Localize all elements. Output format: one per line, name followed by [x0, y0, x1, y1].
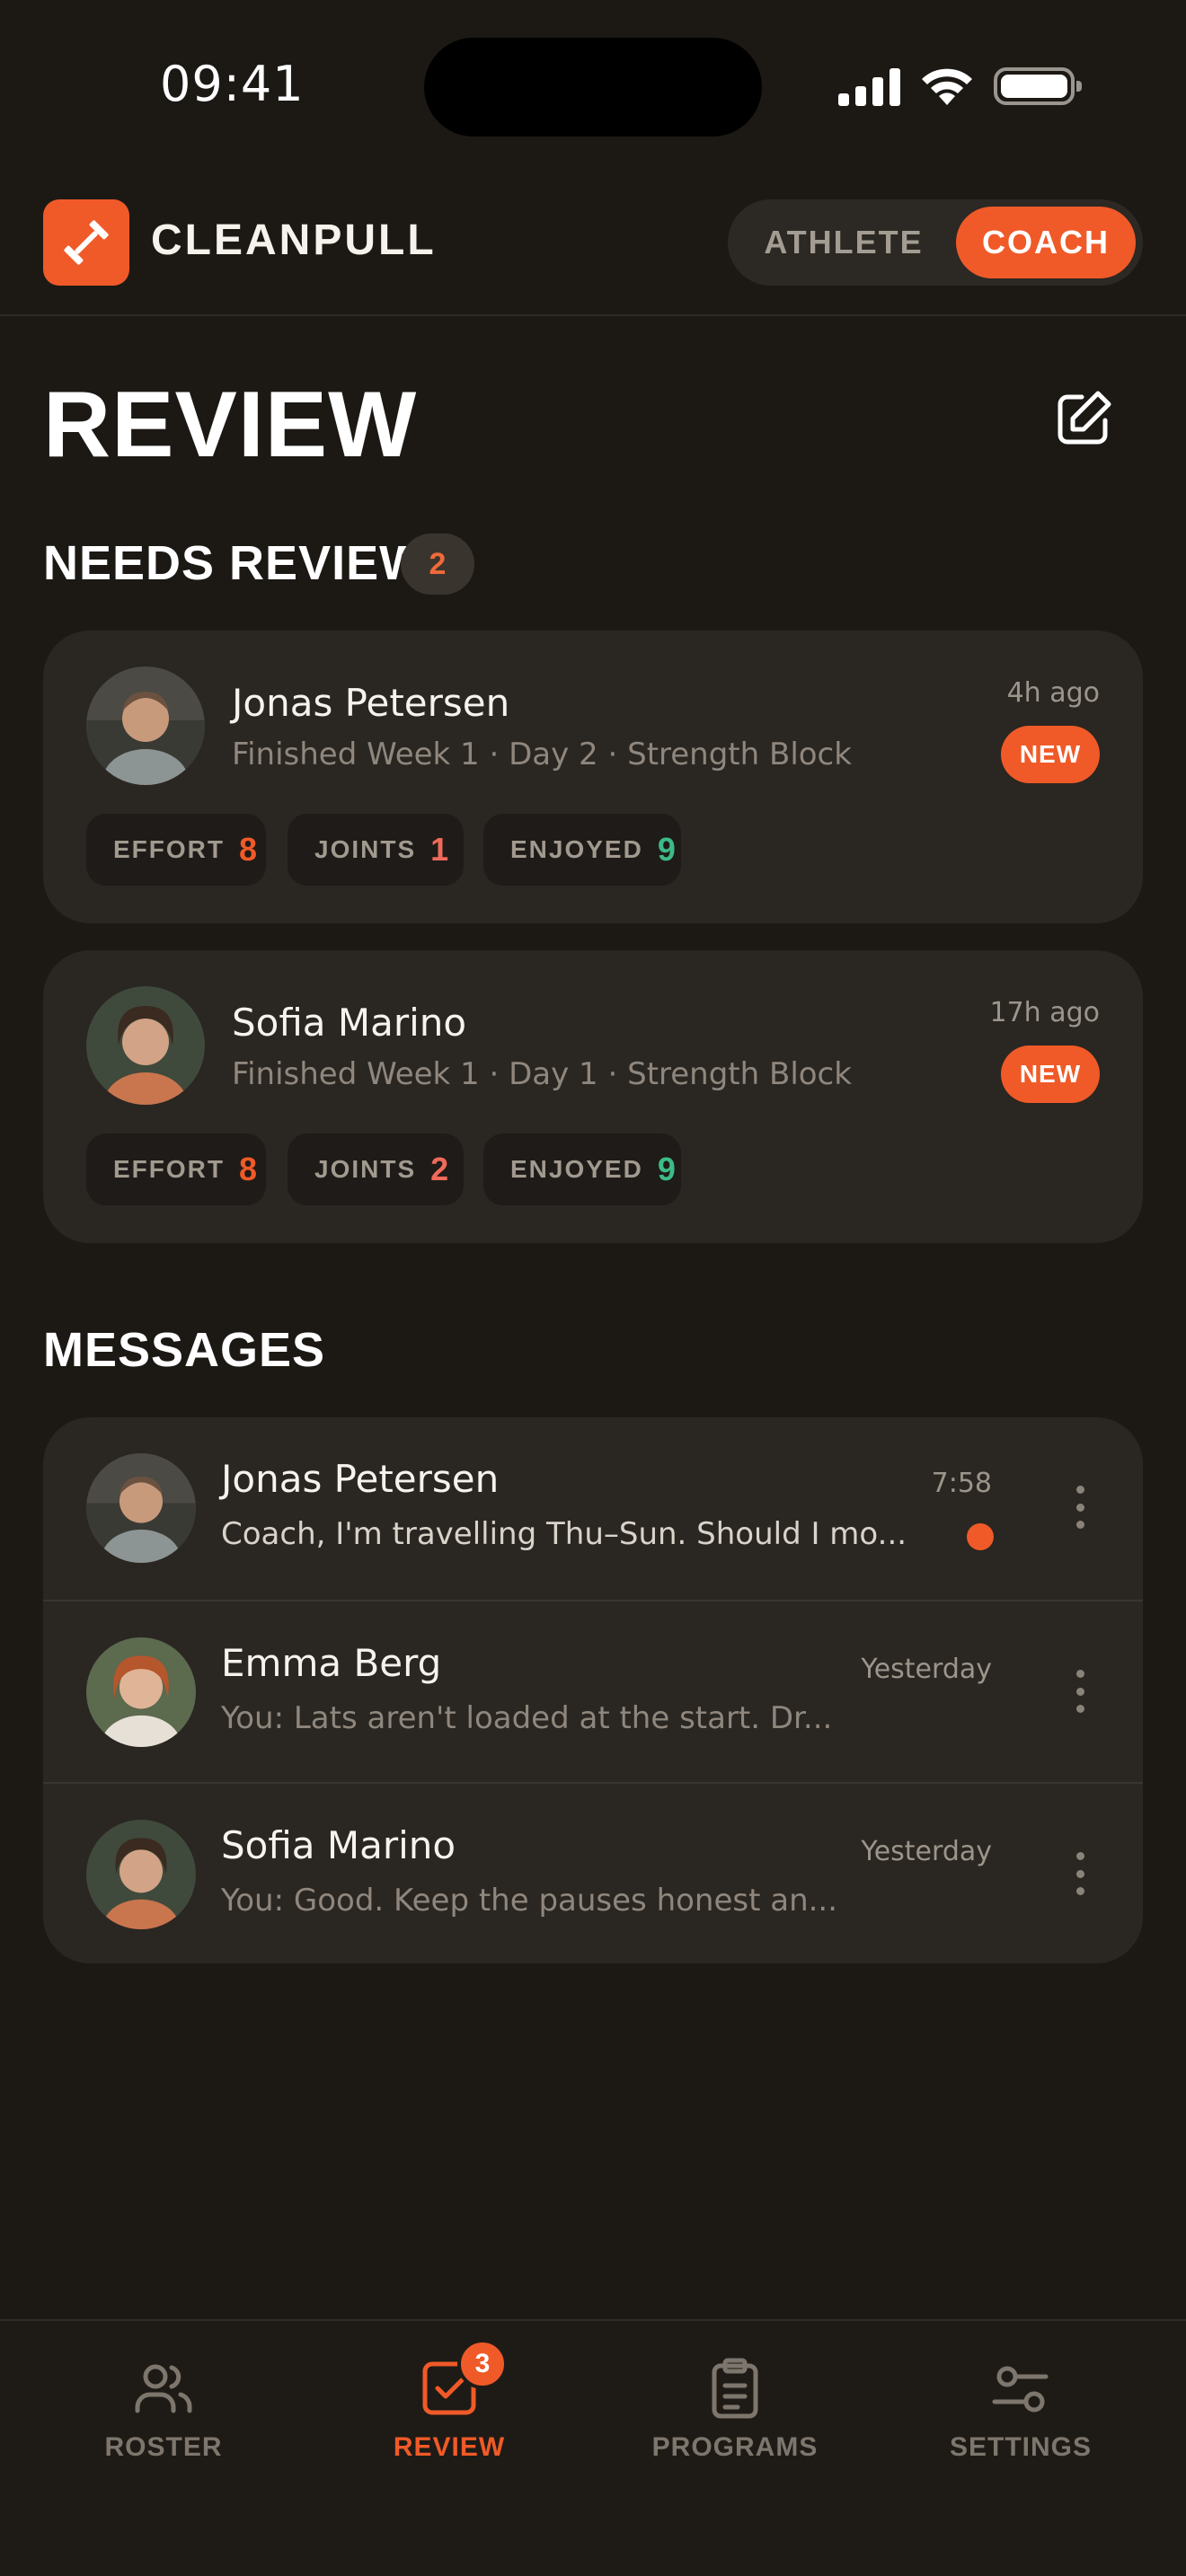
review-card[interactable]: Jonas Petersen Finished Week 1 · Day 2 ·…: [43, 631, 1143, 923]
tab-label: REVIEW: [393, 2432, 506, 2462]
status-bar: 09:41: [0, 0, 1186, 171]
more-options-icon[interactable]: [1060, 1664, 1100, 1718]
avatar: [86, 1637, 196, 1747]
avatar: [86, 666, 205, 785]
tab-programs[interactable]: PROGRAMS: [618, 2357, 852, 2492]
role-toggle[interactable]: ATHLETE COACH: [728, 199, 1143, 286]
metric-label: JOINTS: [314, 835, 417, 863]
metric-value: 9: [657, 831, 676, 868]
metric-value: 9: [657, 1151, 676, 1187]
athlete-name: Sofia Marino: [232, 1001, 467, 1045]
dumbbell-icon: [64, 220, 109, 265]
status-icons: [838, 65, 1082, 108]
tab-bar: ROSTER 3 REVIEW PROGRAMS SETTINGS: [0, 2319, 1186, 2576]
metric-value: 1: [430, 831, 449, 868]
sliders-icon: [989, 2357, 1052, 2420]
metric-value: 8: [239, 1151, 258, 1187]
dynamic-island: [424, 38, 762, 137]
metric-enjoyed: ENJOYED 9: [483, 1134, 681, 1205]
tab-review[interactable]: 3 REVIEW: [332, 2339, 566, 2492]
review-time: 17h ago: [989, 997, 1100, 1028]
role-athlete-button[interactable]: ATHLETE: [739, 207, 949, 278]
workout-summary: Finished Week 1 · Day 2 · Strength Block: [232, 737, 852, 772]
brand-name: CLEANPULL: [151, 216, 437, 264]
clipboard-icon: [704, 2357, 766, 2420]
metric-effort: EFFORT 8: [86, 1134, 266, 1205]
page-title: REVIEW: [43, 373, 418, 477]
tab-label: SETTINGS: [949, 2432, 1092, 2462]
message-time: Yesterday: [861, 1654, 992, 1685]
message-preview: Coach, I'm travelling Thu–Sun. Should I …: [221, 1516, 907, 1552]
message-preview: You: Lats aren't loaded at the start. Dr…: [221, 1700, 833, 1736]
metric-label: ENJOYED: [510, 835, 643, 863]
status-time: 09:41: [160, 56, 305, 112]
metric-enjoyed: ENJOYED 9: [483, 814, 681, 886]
tab-settings[interactable]: SETTINGS: [904, 2357, 1137, 2492]
sender-name: Jonas Petersen: [221, 1457, 500, 1501]
avatar: [86, 1820, 196, 1929]
users-icon: [132, 2357, 195, 2420]
metric-effort: EFFORT 8: [86, 814, 266, 886]
athlete-name: Jonas Petersen: [232, 681, 510, 725]
avatar: [86, 1453, 196, 1563]
checkbox-icon: 3: [418, 2339, 508, 2420]
battery-icon: [994, 67, 1082, 105]
message-row[interactable]: Emma Berg You: Lats aren't loaded at the…: [43, 1600, 1143, 1782]
role-coach-button[interactable]: COACH: [956, 207, 1136, 278]
tab-label: ROSTER: [104, 2432, 223, 2462]
needs-review-title: NEEDS REVIEW: [43, 536, 427, 590]
wifi-icon: [922, 68, 972, 105]
app-header: CLEANPULL ATHLETE COACH: [0, 171, 1186, 316]
message-time: 7:58: [931, 1468, 992, 1499]
metric-label: EFFORT: [113, 1155, 225, 1183]
metric-label: EFFORT: [113, 835, 225, 863]
new-badge: NEW: [1001, 726, 1100, 783]
tab-roster[interactable]: ROSTER: [47, 2357, 280, 2492]
edit-icon: [1058, 391, 1111, 445]
more-options-icon[interactable]: [1060, 1480, 1100, 1534]
app-logo: [43, 199, 129, 286]
message-row[interactable]: Jonas Petersen Coach, I'm travelling Thu…: [43, 1417, 1143, 1600]
message-preview: You: Good. Keep the pauses honest an...: [221, 1883, 838, 1919]
metric-joints: JOINTS 2: [288, 1134, 464, 1205]
compose-button[interactable]: [1051, 386, 1116, 451]
needs-review-count: 2: [401, 534, 474, 595]
review-count-badge: 3: [457, 2339, 508, 2389]
message-row[interactable]: Sofia Marino You: Good. Keep the pauses …: [43, 1782, 1143, 1963]
metric-value: 8: [239, 831, 258, 868]
more-options-icon[interactable]: [1060, 1847, 1100, 1901]
sender-name: Emma Berg: [221, 1641, 442, 1685]
metric-label: JOINTS: [314, 1155, 417, 1183]
review-card[interactable]: Sofia Marino Finished Week 1 · Day 1 · S…: [43, 950, 1143, 1243]
unread-indicator: [967, 1523, 994, 1550]
messages-title: MESSAGES: [43, 1323, 326, 1377]
review-time: 4h ago: [1006, 677, 1100, 709]
message-time: Yesterday: [861, 1836, 992, 1867]
cellular-signal-icon: [838, 66, 900, 106]
metric-joints: JOINTS 1: [288, 814, 464, 886]
workout-summary: Finished Week 1 · Day 1 · Strength Block: [232, 1056, 852, 1092]
metric-label: ENJOYED: [510, 1155, 643, 1183]
metric-value: 2: [430, 1151, 449, 1187]
new-badge: NEW: [1001, 1045, 1100, 1103]
sender-name: Sofia Marino: [221, 1823, 456, 1867]
messages-list: Jonas Petersen Coach, I'm travelling Thu…: [43, 1417, 1143, 1963]
tab-label: PROGRAMS: [651, 2432, 819, 2462]
avatar: [86, 986, 205, 1105]
